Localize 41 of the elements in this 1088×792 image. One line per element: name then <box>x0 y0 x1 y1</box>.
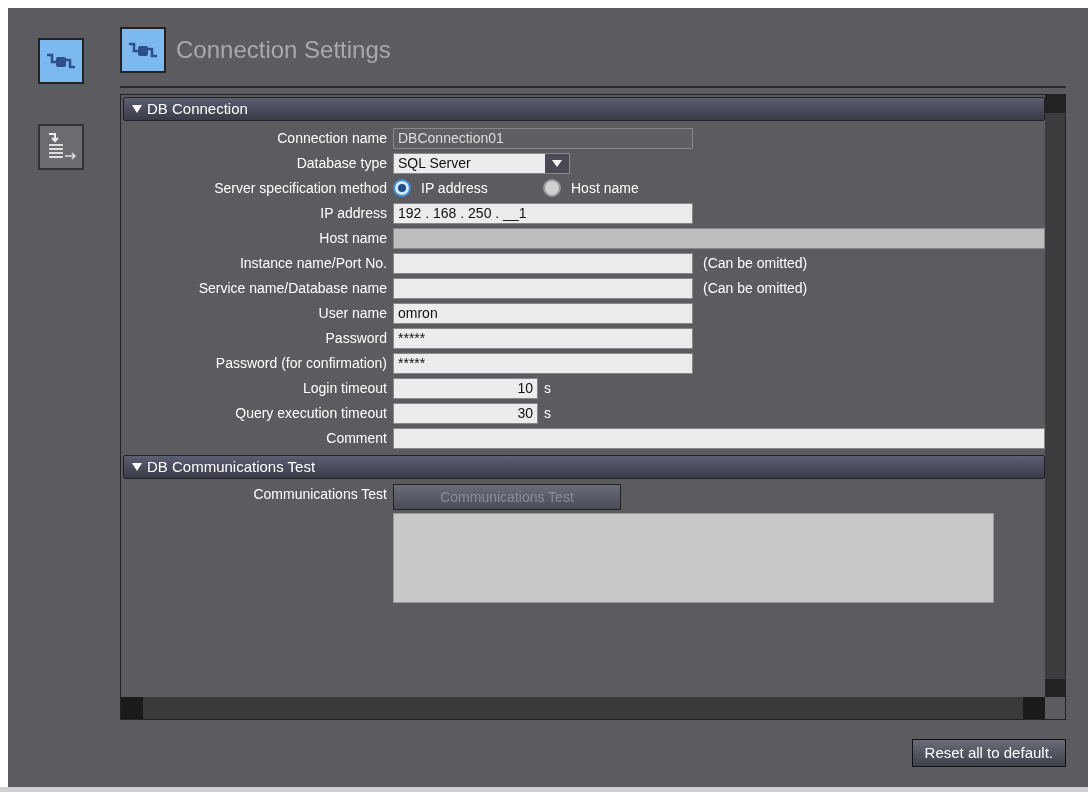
number-field[interactable]: 10 <box>393 377 538 399</box>
hint-text: (Can be omitted) <box>703 278 808 298</box>
field-label: Password <box>324 328 388 348</box>
field-label: Server specification method <box>213 178 388 198</box>
text-field[interactable]: ***** <box>393 327 693 349</box>
radio-option[interactable]: Host name <box>543 177 693 199</box>
field-label: Connection name <box>276 128 388 148</box>
text-field[interactable] <box>393 252 693 274</box>
field-label: User name <box>317 303 388 323</box>
expand-triangle-icon <box>132 104 142 114</box>
database-type-dropdown[interactable]: SQL Server <box>393 152 570 174</box>
transfer-tab[interactable] <box>38 124 84 170</box>
field-label: Query execution timeout <box>234 403 388 423</box>
connection-tab[interactable] <box>38 38 84 84</box>
field-label: Host name <box>318 228 388 248</box>
expand-triangle-icon <box>132 462 142 472</box>
text-field[interactable] <box>393 427 1045 449</box>
section-header[interactable]: DB Communications Test <box>123 455 1045 479</box>
hint-text: (Can be omitted) <box>703 253 808 273</box>
field-label: Password (for confirmation) <box>214 353 388 373</box>
connection-tab[interactable] <box>120 27 166 73</box>
field-label: Comment <box>325 428 388 448</box>
reset-button[interactable]: Reset all to default. <box>911 739 1066 767</box>
unit-label: s <box>544 403 551 423</box>
text-field[interactable]: 192 . 168 . 250 . __1 <box>393 202 693 224</box>
field-label: Instance name/Port No. <box>238 253 388 273</box>
text-field[interactable] <box>393 277 693 299</box>
field-label: Database type <box>295 153 388 173</box>
field-label: IP address <box>319 203 388 223</box>
unit-label: s <box>544 378 551 398</box>
field-label: Login timeout <box>301 378 388 398</box>
waveform-icon <box>46 52 76 70</box>
page-title: Connection Settings <box>176 35 391 65</box>
section-header[interactable]: DB Connection <box>123 97 1045 121</box>
text-field[interactable]: ***** <box>393 352 693 374</box>
text-field[interactable]: omron <box>393 302 693 324</box>
waveform-icon <box>128 41 158 59</box>
field-label: Communications Test <box>252 485 388 504</box>
radio-option[interactable]: IP address <box>393 177 543 199</box>
number-field[interactable]: 30 <box>393 402 538 424</box>
field-label: Service name/Database name <box>197 278 388 298</box>
